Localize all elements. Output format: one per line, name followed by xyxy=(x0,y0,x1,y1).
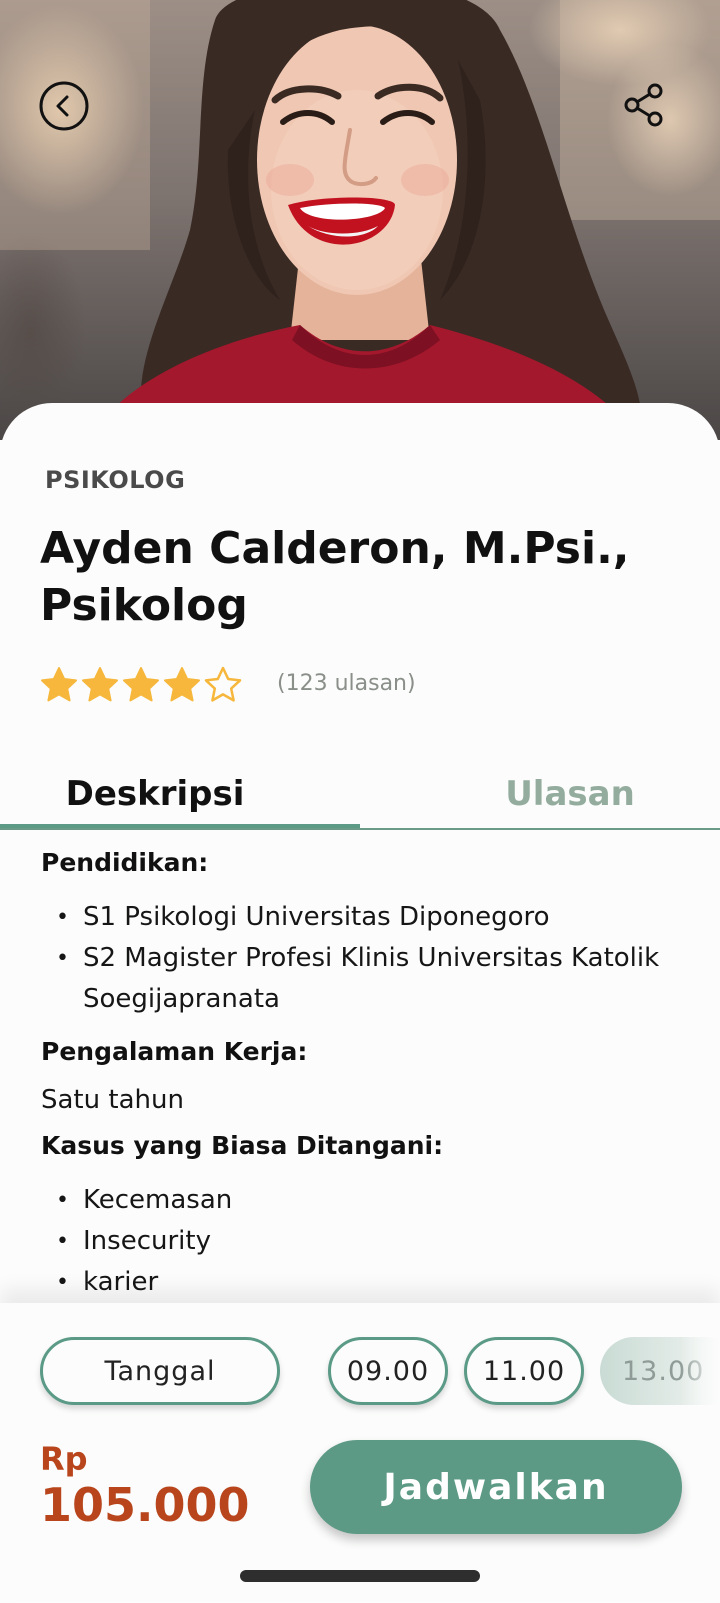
list-item: Kecemasan xyxy=(41,1180,681,1221)
list-item: karier xyxy=(41,1262,681,1303)
tab-deskripsi[interactable]: Deskripsi xyxy=(0,760,360,828)
education-list: S1 Psikologi Universitas Diponegoro S2 M… xyxy=(41,897,681,1020)
tab-ulasan[interactable]: Ulasan xyxy=(360,760,720,828)
star-outline-icon xyxy=(204,666,242,702)
cases-list: Kecemasan Insecurity karier xyxy=(41,1180,681,1303)
rating-stars xyxy=(40,666,242,704)
education-heading: Pendidikan: xyxy=(41,848,209,877)
date-picker-button[interactable]: Tanggal xyxy=(40,1337,280,1405)
time-slot-0900[interactable]: 09.00 xyxy=(328,1337,448,1405)
profile-photo xyxy=(0,0,720,440)
cases-heading: Kasus yang Biasa Ditangani: xyxy=(41,1131,444,1160)
experience-value: Satu tahun xyxy=(41,1085,184,1115)
share-icon xyxy=(624,83,663,127)
schedule-button[interactable]: Jadwalkan xyxy=(310,1440,682,1534)
price-currency: Rp xyxy=(40,1440,88,1478)
star-filled-icon xyxy=(164,667,200,702)
home-indicator[interactable] xyxy=(240,1570,480,1582)
review-count: (123 ulasan) xyxy=(277,671,416,696)
description-panel[interactable]: Pendidikan: S1 Psikologi Universitas Dip… xyxy=(41,843,681,1303)
list-item: S1 Psikologi Universitas Diponegoro xyxy=(41,897,681,938)
share-button[interactable] xyxy=(622,82,682,142)
psychologist-name: Ayden Calderon, M.Psi., Psikolog xyxy=(40,523,630,631)
price-value: 105.000 xyxy=(40,1478,250,1532)
active-tab-indicator xyxy=(0,824,360,828)
list-item: Insecurity xyxy=(41,1221,681,1262)
star-filled-icon xyxy=(82,667,118,702)
time-slot-1100[interactable]: 11.00 xyxy=(464,1337,584,1405)
experience-heading: Pengalaman Kerja: xyxy=(41,1037,308,1066)
scroll-fade xyxy=(680,1330,720,1410)
chevron-left-circle-icon xyxy=(39,81,89,131)
profession-label: PSIKOLOG xyxy=(45,466,186,494)
back-button[interactable] xyxy=(38,80,98,140)
tab-bar: Deskripsi Ulasan xyxy=(0,760,720,830)
star-filled-icon xyxy=(41,667,77,702)
list-item: S2 Magister Profesi Klinis Universitas K… xyxy=(41,938,681,1020)
star-filled-icon xyxy=(123,667,159,702)
portrait-illustration xyxy=(0,0,720,440)
